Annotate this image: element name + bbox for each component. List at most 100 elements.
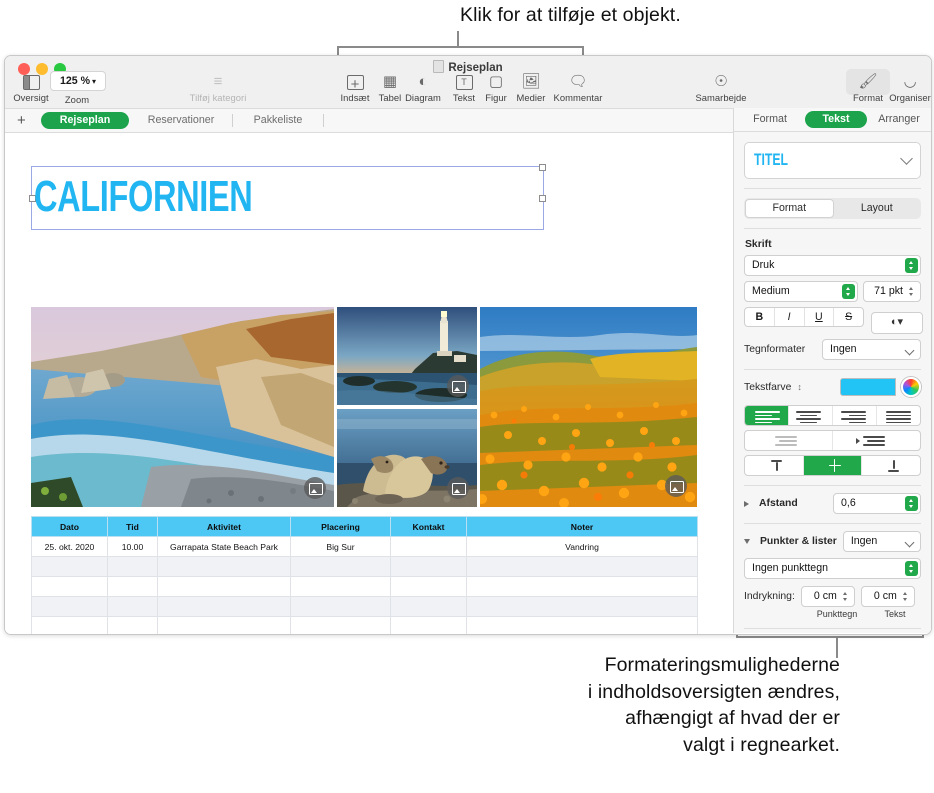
font-family-stepper-icon[interactable] xyxy=(905,258,918,273)
lighthouse-photo[interactable] xyxy=(337,307,477,405)
bullet-type-select[interactable]: Ingen punkttegn xyxy=(744,558,921,579)
text-style-buttons[interactable]: B I U S xyxy=(744,307,864,327)
bold-button[interactable]: B xyxy=(745,308,775,326)
resize-handle-right[interactable] xyxy=(539,195,546,202)
media-placeholder-icon[interactable] xyxy=(447,477,469,499)
toolbar-collaborate-button[interactable]: ☉ Samarbejde xyxy=(690,73,752,103)
table-cell[interactable] xyxy=(107,596,158,617)
media-placeholder-icon[interactable] xyxy=(665,475,687,497)
table-cell[interactable] xyxy=(290,596,391,617)
tab-format[interactable]: Format xyxy=(740,111,800,128)
table-header-cell[interactable]: Tid xyxy=(107,516,158,537)
table-cell[interactable] xyxy=(390,576,467,597)
table-cell[interactable] xyxy=(107,576,158,597)
table-row[interactable]: 25. okt. 2020 10.00 Garrapata State Beac… xyxy=(31,536,698,557)
table-cell[interactable] xyxy=(157,596,291,617)
format-layout-segmented-control[interactable]: Format Layout xyxy=(744,198,921,219)
table-row[interactable] xyxy=(31,556,698,577)
coastline-photo[interactable] xyxy=(31,307,334,507)
horizontal-alignment-buttons[interactable] xyxy=(744,405,921,426)
align-justify-button[interactable] xyxy=(877,406,920,425)
table-cell[interactable] xyxy=(466,556,698,577)
table-cell[interactable]: Vandring xyxy=(466,536,698,557)
sea-lions-photo[interactable] xyxy=(337,409,477,507)
align-bottom-button[interactable] xyxy=(862,456,920,475)
align-top-button[interactable] xyxy=(745,456,804,475)
table-cell[interactable] xyxy=(466,616,698,634)
table-cell[interactable]: 10.00 xyxy=(107,536,158,557)
table-cell[interactable] xyxy=(290,576,391,597)
table-cell[interactable] xyxy=(390,556,467,577)
table-header-cell[interactable]: Noter xyxy=(466,516,698,537)
indent-buttons[interactable] xyxy=(744,430,921,451)
table-cell[interactable]: Big Sur xyxy=(290,536,391,557)
table-header-cell[interactable]: Placering xyxy=(290,516,391,537)
font-size-stepper-icon[interactable] xyxy=(905,284,918,299)
align-left-button[interactable] xyxy=(745,406,789,425)
table-cell[interactable] xyxy=(31,576,108,597)
media-placeholder-icon[interactable] xyxy=(304,477,326,499)
table-row[interactable] xyxy=(31,596,698,617)
bullets-lists-select[interactable]: Ingen xyxy=(842,531,921,552)
align-center-button[interactable] xyxy=(789,406,833,425)
decrease-indent-button[interactable] xyxy=(745,431,833,450)
disclosure-right-icon[interactable] xyxy=(744,500,749,507)
table-row[interactable] xyxy=(31,616,698,634)
character-styles-select[interactable]: Ingen xyxy=(822,339,921,360)
table-cell[interactable] xyxy=(157,556,291,577)
paragraph-style-selector[interactable]: TITEL xyxy=(744,142,921,179)
indent-text-stepper-icon[interactable] xyxy=(899,589,912,604)
sheet-tab-reservationer[interactable]: Reservationer xyxy=(136,112,226,129)
add-sheet-button[interactable]: + xyxy=(17,112,26,129)
sheet-tab-rejseplan[interactable]: Rejseplan xyxy=(41,112,129,129)
media-placeholder-icon[interactable] xyxy=(447,375,469,397)
bullet-type-stepper-icon[interactable] xyxy=(905,561,918,576)
align-middle-button[interactable] xyxy=(803,456,863,475)
strikethrough-button[interactable]: S xyxy=(834,308,863,326)
text-color-swatch[interactable] xyxy=(840,378,896,396)
tab-tekst[interactable]: Tekst xyxy=(805,111,867,128)
spacing-stepper-icon[interactable] xyxy=(905,496,918,511)
italic-button[interactable]: I xyxy=(775,308,805,326)
table-header-cell[interactable]: Dato xyxy=(31,516,108,537)
zoom-control[interactable]: 125 % ▾ xyxy=(50,71,106,91)
itinerary-table[interactable]: Dato Tid Aktivitet Placering Kontakt Not… xyxy=(31,516,698,634)
table-cell[interactable]: Garrapata State Beach Park xyxy=(157,536,291,557)
indent-bullet-field[interactable]: 0 cm xyxy=(800,586,855,607)
resize-handle-top-right[interactable] xyxy=(539,164,546,171)
table-cell[interactable] xyxy=(390,536,467,557)
table-cell[interactable] xyxy=(31,616,108,634)
indent-text-field[interactable]: 0 cm xyxy=(860,586,915,607)
table-cell[interactable] xyxy=(31,556,108,577)
table-cell[interactable] xyxy=(31,596,108,617)
toolbar-organise-button[interactable]: ◡ Organiser xyxy=(883,73,931,103)
table-header-cell[interactable]: Kontakt xyxy=(390,516,467,537)
spacing-field[interactable]: 0,6 xyxy=(833,493,921,514)
increase-indent-button[interactable] xyxy=(833,431,920,450)
table-cell[interactable] xyxy=(157,616,291,634)
align-right-button[interactable] xyxy=(833,406,877,425)
sheet-tab-pakkeliste[interactable]: Pakkeliste xyxy=(239,112,317,129)
table-cell[interactable] xyxy=(290,616,391,634)
table-cell[interactable] xyxy=(390,596,467,617)
table-cell[interactable] xyxy=(107,556,158,577)
table-cell[interactable] xyxy=(157,576,291,597)
segment-layout[interactable]: Layout xyxy=(834,199,921,218)
toolbar-comment-button[interactable]: 🗨 Kommentar xyxy=(547,73,609,103)
font-size-field[interactable]: 71 pkt xyxy=(863,281,921,302)
color-wheel-icon[interactable] xyxy=(901,377,921,397)
font-family-select[interactable]: Druk xyxy=(744,255,921,276)
table-cell[interactable] xyxy=(466,576,698,597)
poppy-field-photo[interactable] xyxy=(480,307,697,507)
disclosure-down-icon[interactable] xyxy=(744,539,750,544)
table-header-cell[interactable]: Aktivitet xyxy=(157,516,291,537)
table-row[interactable] xyxy=(31,576,698,597)
updown-icon[interactable]: ↕ xyxy=(797,382,802,392)
table-cell[interactable] xyxy=(107,616,158,634)
vertical-alignment-buttons[interactable] xyxy=(744,455,921,476)
table-cell[interactable] xyxy=(466,596,698,617)
toolbar-add-category-button[interactable]: ≡ Tilføj kategori xyxy=(188,73,248,103)
indent-bullet-stepper-icon[interactable] xyxy=(839,589,852,604)
table-cell[interactable] xyxy=(390,616,467,634)
underline-button[interactable]: U xyxy=(805,308,835,326)
